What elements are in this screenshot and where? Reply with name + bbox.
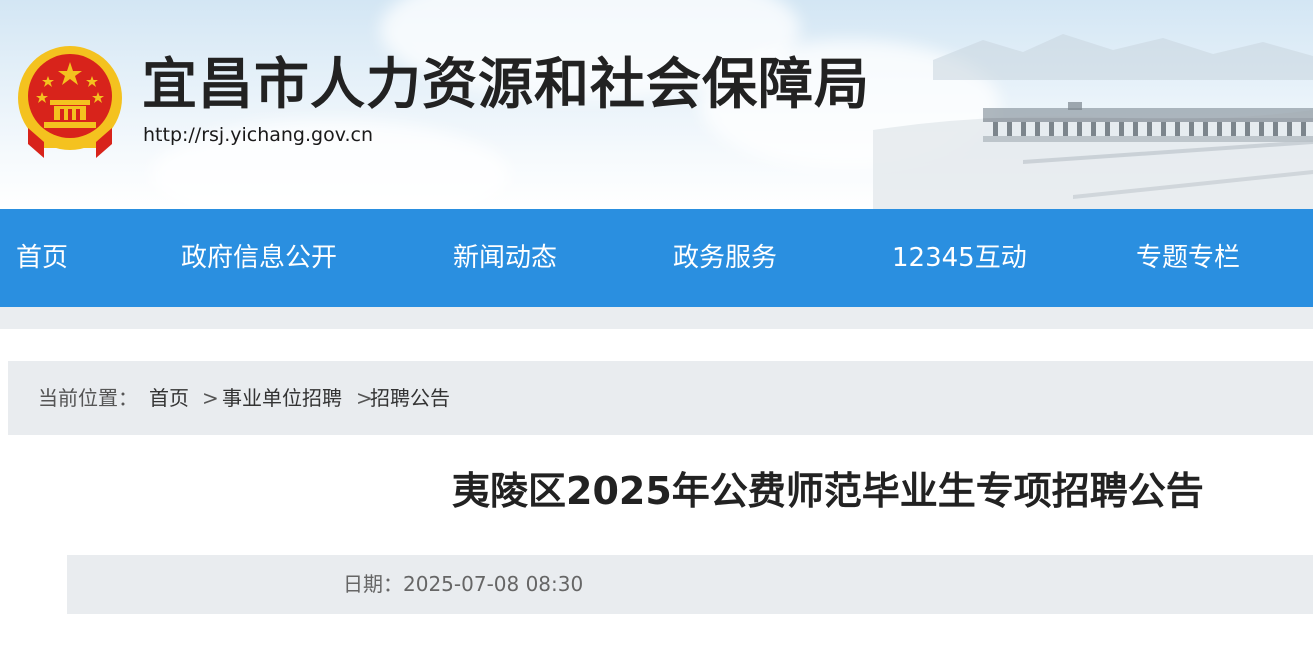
main-nav: 首页 政府信息公开 新闻动态 政务服务 12345互动 专题专栏 bbox=[0, 209, 1313, 307]
article-title: 夷陵区2025年公费师范毕业生专项招聘公告 bbox=[452, 469, 1204, 513]
nav-item-12345[interactable]: 12345互动 bbox=[892, 209, 1027, 307]
nav-item-news[interactable]: 新闻动态 bbox=[453, 209, 557, 307]
landscape-decoration-icon bbox=[873, 34, 1313, 209]
site-title: 宜昌市人力资源和社会保障局 bbox=[142, 52, 871, 116]
breadcrumb-home-link[interactable]: 首页 bbox=[149, 361, 189, 435]
site-url[interactable]: http://rsj.yichang.gov.cn bbox=[143, 124, 373, 146]
breadcrumb-separator: > bbox=[202, 386, 219, 410]
header-banner: 宜昌市人力资源和社会保障局 http://rsj.yichang.gov.cn bbox=[0, 0, 1313, 209]
nav-item-services[interactable]: 政务服务 bbox=[673, 209, 777, 307]
breadcrumb-category-link[interactable]: 事业单位招聘 bbox=[222, 361, 342, 435]
nav-item-topics[interactable]: 专题专栏 bbox=[1136, 209, 1240, 307]
breadcrumb-label: 当前位置： bbox=[38, 386, 138, 410]
nav-divider bbox=[0, 307, 1313, 329]
nav-item-home[interactable]: 首页 bbox=[16, 209, 68, 307]
article-date: 日期：2025-07-08 08:30 bbox=[343, 572, 584, 596]
article-meta-bar: 日期：2025-07-08 08:30 bbox=[67, 555, 1313, 614]
breadcrumb-subcategory-link[interactable]: 招聘公告 bbox=[370, 361, 450, 435]
nav-item-gov-info[interactable]: 政府信息公开 bbox=[181, 209, 337, 307]
breadcrumb: 当前位置： 首页 > 事业单位招聘 > 招聘公告 bbox=[8, 361, 1313, 435]
national-emblem-icon bbox=[18, 46, 122, 158]
page: 宜昌市人力资源和社会保障局 http://rsj.yichang.gov.cn bbox=[0, 0, 1313, 655]
